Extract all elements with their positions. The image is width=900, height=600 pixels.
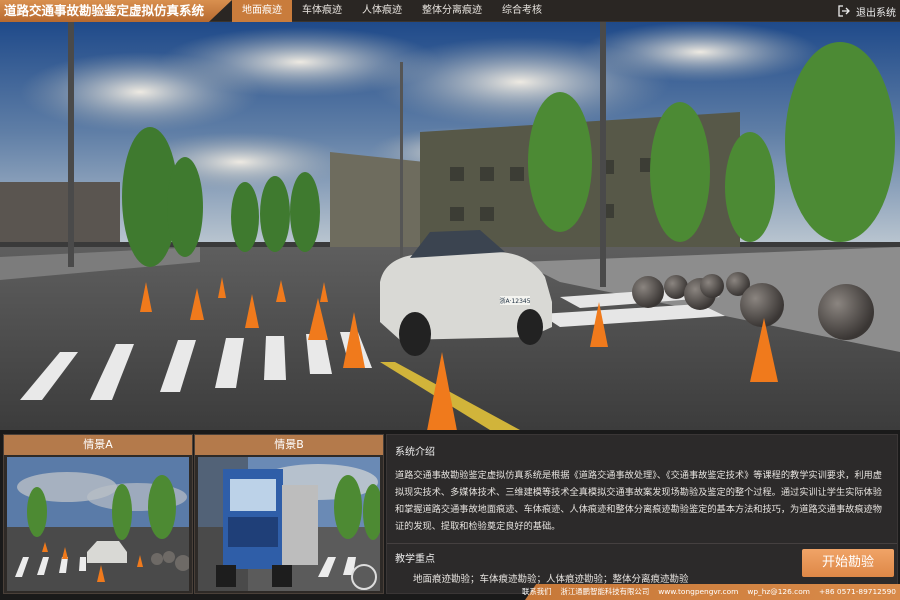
tab-vehicle-marks[interactable]: 车体痕迹 xyxy=(292,0,352,22)
hero-scene: 浙A·12345 xyxy=(0,22,900,430)
scene-b-image xyxy=(198,457,380,591)
scene-a-image xyxy=(7,457,189,591)
exit-icon xyxy=(838,5,850,17)
exit-button[interactable]: 退出系统 xyxy=(838,0,896,22)
footer-company: 浙江通鹏智能科技有限公司 xyxy=(560,587,650,596)
top-bar: 道路交通事故勘验鉴定虚拟仿真系统 地面痕迹 车体痕迹 人体痕迹 整体分离痕迹 综… xyxy=(0,0,900,22)
tab-assessment[interactable]: 综合考核 xyxy=(492,0,552,22)
info-divider xyxy=(387,543,897,544)
hero-scene-image: 浙A·12345 xyxy=(0,22,900,430)
tab-separation-marks[interactable]: 整体分离痕迹 xyxy=(412,0,492,22)
car-plate: 浙A·12345 xyxy=(499,297,530,305)
footer: 联系我们 浙江通鹏智能科技有限公司 www.tongpengvr.com wp_… xyxy=(0,584,900,600)
scene-a-label: 情景A xyxy=(4,435,192,455)
start-inspection-button[interactable]: 开始勘验 xyxy=(802,549,894,577)
scene-b-thumbnail[interactable] xyxy=(198,457,380,591)
footer-email[interactable]: wp_hz@126.com xyxy=(747,584,810,600)
app-title: 道路交通事故勘验鉴定虚拟仿真系统 xyxy=(4,3,205,18)
tab-body-marks[interactable]: 人体痕迹 xyxy=(352,0,412,22)
intro-title: 系统介绍 xyxy=(395,447,435,458)
footer-contact-link[interactable]: 联系我们 xyxy=(522,584,552,600)
nav-tabs: 地面痕迹 车体痕迹 人体痕迹 整体分离痕迹 综合考核 xyxy=(232,0,552,22)
scene-b-label: 情景B xyxy=(195,435,383,455)
footer-website[interactable]: www.tongpengvr.com xyxy=(658,584,738,600)
scene-a-thumbnail[interactable] xyxy=(7,457,189,591)
footer-text: 联系我们 浙江通鹏智能科技有限公司 www.tongpengvr.com wp_… xyxy=(522,584,896,600)
footer-phone: +86 0571-89712590 xyxy=(818,587,896,596)
scene-card-b[interactable]: 情景B xyxy=(194,434,384,594)
intro-text: 道路交通事故勘验鉴定虚拟仿真系统是根据《道路交通事故处理》、《交通事故鉴定技术》… xyxy=(395,470,882,532)
scene-card-a[interactable]: 情景A xyxy=(3,434,193,594)
exit-label: 退出系统 xyxy=(856,7,896,19)
app-title-banner: 道路交通事故勘验鉴定虚拟仿真系统 xyxy=(0,0,232,22)
tab-ground-marks[interactable]: 地面痕迹 xyxy=(232,0,292,22)
